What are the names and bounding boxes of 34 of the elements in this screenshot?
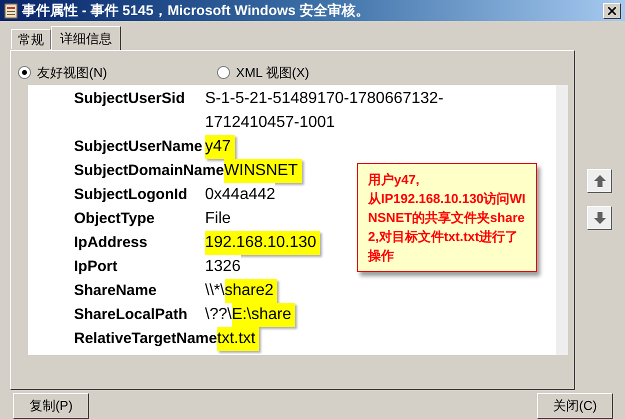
close-icon [608,6,616,14]
close-button[interactable] [603,2,621,18]
field-name: ShareLocalPath [74,305,188,325]
annotation-note: 用户y47, 从IP192.168.10.130访问WINSNET的共享文件夹share2,对目标文件txt.txt进行了操作 [357,163,537,272]
copy-button[interactable]: 复制(P) [13,393,89,419]
radio-label: 友好视图(N) [37,64,108,82]
field-name: SubjectDomainName [74,161,224,181]
field-value: E:\share [232,303,296,327]
field-value: y47 [205,135,235,159]
field-name: SubjectLogonId [74,185,188,205]
scrollbar[interactable] [556,85,568,355]
down-arrow-icon [592,211,606,225]
field-value: share2 [224,279,278,303]
field-name: RelativeTargetName [74,329,218,349]
radio-button[interactable] [18,66,31,80]
tab[interactable]: 常规 [11,29,51,49]
next-button[interactable] [587,206,612,230]
field-name: IpAddress [74,233,148,253]
field-name: SubjectUserName [74,137,204,157]
window-title: 事件属性 - 事件 5145，Microsoft Windows 安全审核。 [22,1,370,20]
field-value: WINSNET [224,159,302,183]
radio-button[interactable] [217,66,230,80]
field-name: ShareName [74,281,158,301]
close-dialog-button[interactable]: 关闭(C) [537,393,613,419]
field-name: IpPort [74,257,118,277]
event-log-icon [4,2,18,18]
previous-button[interactable] [587,169,612,193]
radio-label: XML 视图(X) [236,64,310,82]
tab[interactable]: 详细信息 [51,26,121,50]
field-name: SubjectUserSid [74,89,186,109]
up-arrow-icon [592,174,606,188]
field-value: txt.txt [217,327,260,351]
field-name: ObjectType [74,209,156,229]
field-value: 192.168.10.130 [205,231,320,255]
